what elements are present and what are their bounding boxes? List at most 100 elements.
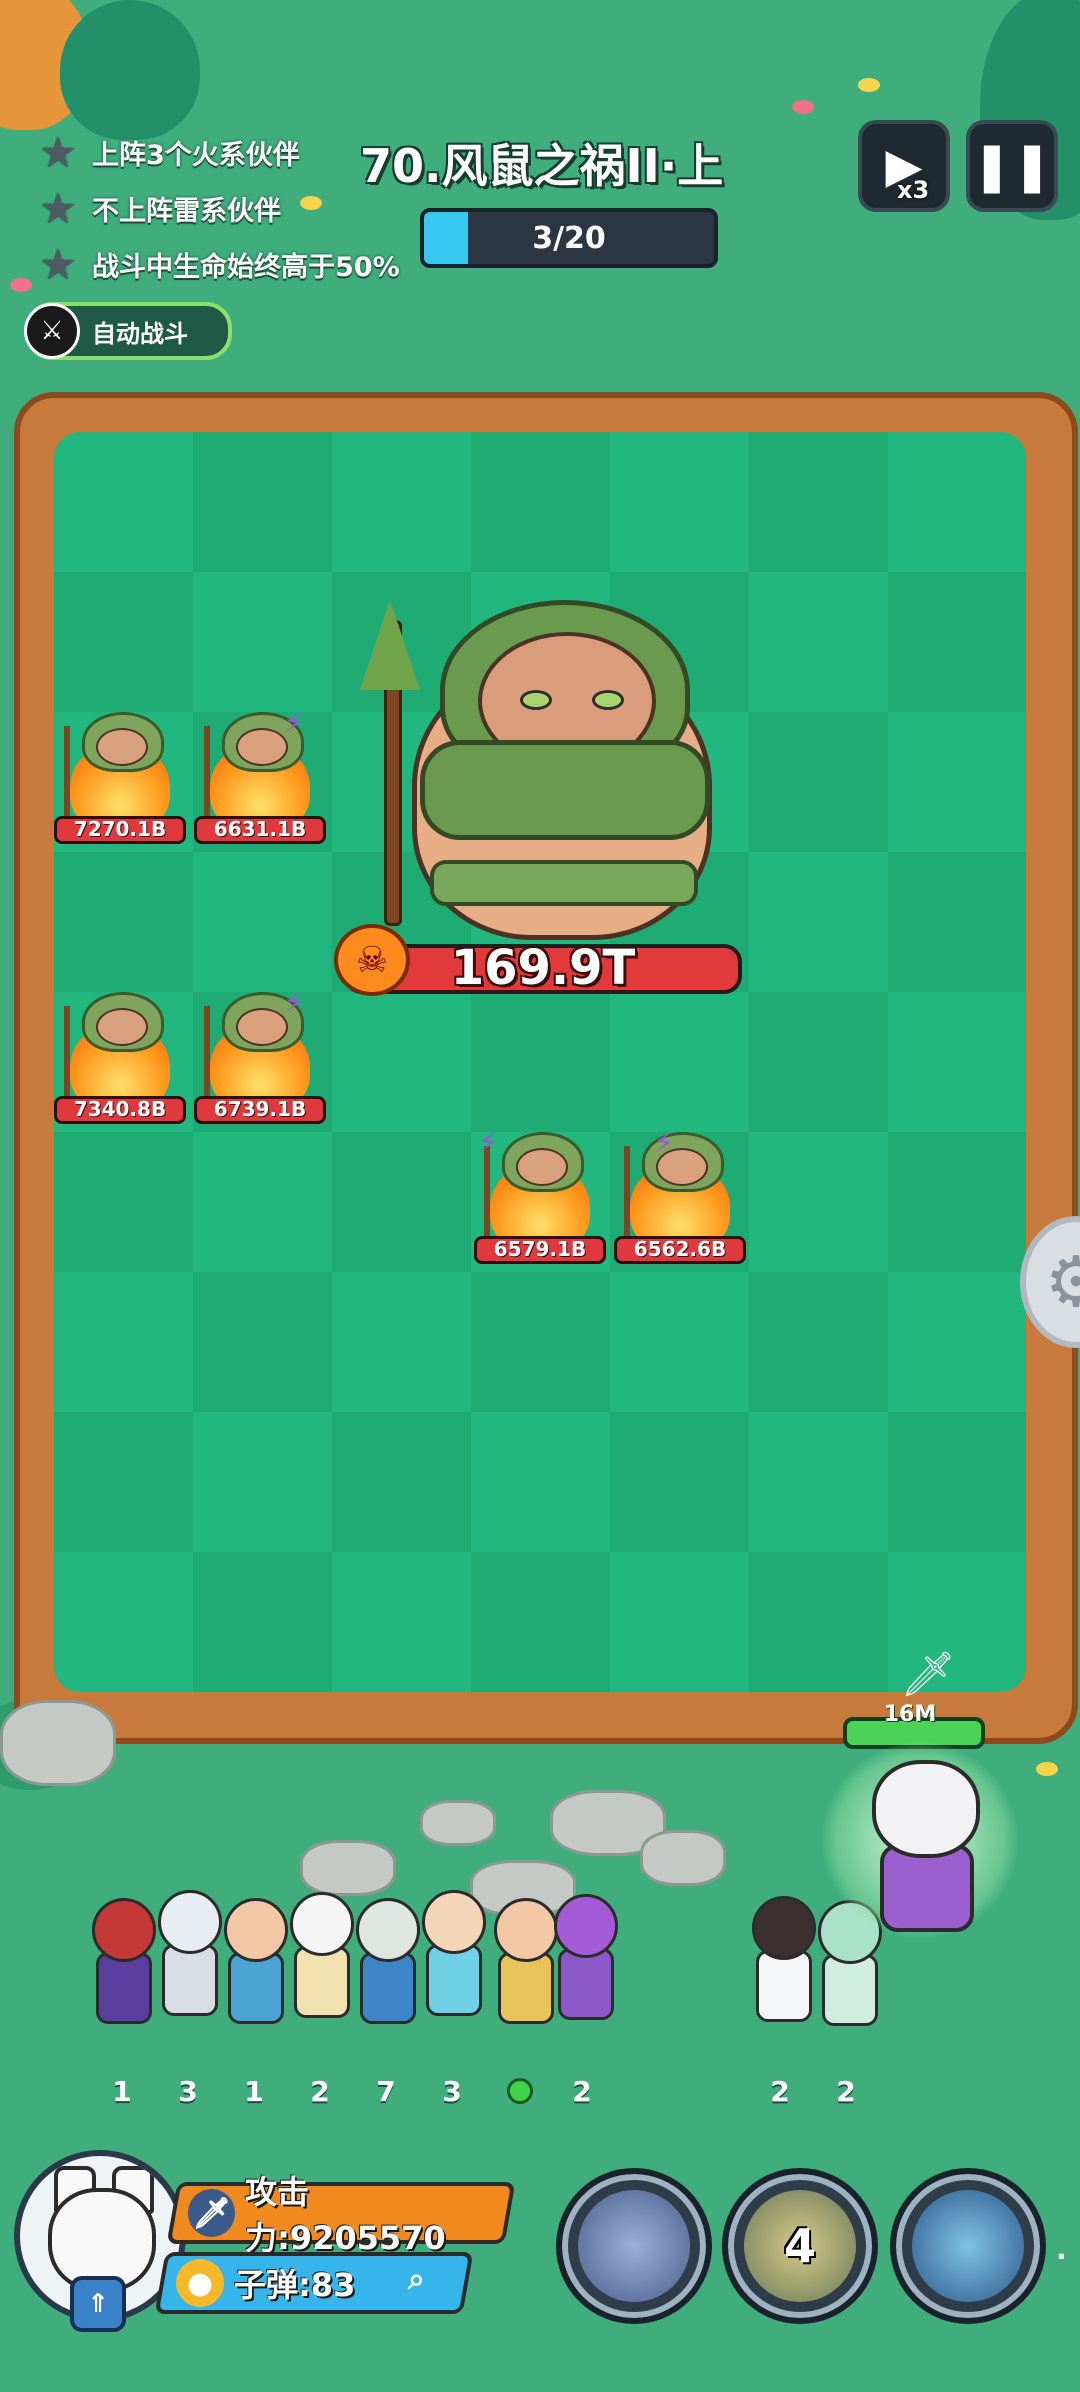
- board-cell: [749, 1552, 888, 1692]
- staff: [64, 726, 70, 826]
- board-cell: [332, 992, 471, 1132]
- board-cell: [193, 1272, 332, 1412]
- main-hero-wolf[interactable]: [820, 1740, 1020, 1940]
- minion-enemy: ⚡ 6579.1B: [474, 1126, 606, 1264]
- hero-head: [422, 1890, 486, 1954]
- hero-unit[interactable]: [418, 1890, 486, 2020]
- hero-head: [92, 1898, 156, 1962]
- upgrade-badge-icon[interactable]: ⇑: [70, 2276, 126, 2332]
- speed-multiplier: x3: [897, 176, 930, 204]
- board-cell: [332, 1412, 471, 1552]
- board-cell: [54, 432, 193, 572]
- board-cell: [54, 572, 193, 712]
- board-cell: [749, 432, 888, 572]
- hero-body: [360, 1952, 416, 2024]
- board-cell: [193, 852, 332, 992]
- hero-level: 3: [178, 2075, 198, 2108]
- hero-unit[interactable]: [286, 1892, 354, 2022]
- hero-body: [96, 1952, 152, 2024]
- hero-head: [224, 1898, 288, 1962]
- board-cell: [888, 1272, 1026, 1412]
- board-cell: [471, 432, 610, 572]
- minion-hp: 7340.8B: [54, 1096, 186, 1124]
- minion-hp: 6579.1B: [474, 1236, 606, 1264]
- hero-unit[interactable]: [748, 1896, 816, 2026]
- minion-hp: 6631.1B: [194, 816, 326, 844]
- pause-button[interactable]: ❚❚: [966, 120, 1058, 212]
- hero-level: 7: [376, 2075, 396, 2108]
- quest-text: 战斗中生命始终高于50%: [92, 251, 400, 283]
- minion-hp: 6562.6B: [614, 1236, 746, 1264]
- hero-head: [752, 1896, 816, 1960]
- board-cell: [193, 1412, 332, 1552]
- hero-body: [426, 1944, 482, 2016]
- hero-unit[interactable]: [550, 1894, 618, 2024]
- board-cell: [888, 992, 1026, 1132]
- hero-head: [554, 1894, 618, 1958]
- hero-level: 1: [112, 2075, 132, 2108]
- dragon-skill-1[interactable]: [556, 2168, 712, 2324]
- pause-icon: ❚❚: [971, 138, 1053, 194]
- board-cell: [332, 1272, 471, 1412]
- flower-decoration: [1036, 1762, 1058, 1776]
- rock-decoration: [300, 1840, 396, 1896]
- bullet-icon: ●: [176, 2259, 224, 2307]
- hero-body: [498, 1952, 554, 2024]
- skill-count: 4: [783, 2219, 816, 2273]
- main-hero-hp-label: 16M: [883, 1702, 937, 1727]
- hero-body: [822, 1954, 878, 2026]
- board-cell: [610, 1272, 749, 1412]
- green-status-dot: [507, 2078, 533, 2104]
- flower-decoration: [300, 196, 322, 210]
- ammo-stat: ● 子弹:83: [154, 2252, 474, 2314]
- board-cell: [749, 1412, 888, 1552]
- sword-icon: ⚔: [24, 303, 80, 359]
- minion-enemy: 7340.8B: [54, 992, 186, 1124]
- minion-enemy: ⚡ 6631.1B: [194, 706, 326, 844]
- lightning-icon: ⚡: [284, 706, 304, 739]
- quest-item: ★ 不上阵雷系伙伴: [36, 183, 281, 233]
- minion-face: [96, 1008, 148, 1046]
- board-cell: [471, 1272, 610, 1412]
- hero-unit[interactable]: [352, 1898, 420, 2028]
- board-cell: [332, 1552, 471, 1692]
- board-cell: [610, 1412, 749, 1552]
- board-cell: [54, 1272, 193, 1412]
- minion-face: [236, 1008, 288, 1046]
- flower-decoration: [792, 100, 814, 114]
- hero-body: [294, 1946, 350, 2018]
- quest-item: ★ 上阵3个火系伙伴: [36, 128, 300, 177]
- board-cell: [749, 852, 888, 992]
- boss-spear-tip: [360, 600, 420, 690]
- dragon-skill-2[interactable]: 4: [722, 2168, 878, 2324]
- hero-unit[interactable]: [490, 1898, 558, 2028]
- magnifier-icon[interactable]: ⌕: [408, 2262, 425, 2297]
- auto-battle-label: 自动战斗: [92, 319, 188, 348]
- auto-battle-button[interactable]: ⚔ 自动战斗: [24, 302, 232, 360]
- star-icon: ★: [39, 183, 77, 233]
- board-cell: [749, 572, 888, 712]
- rock-decoration: [640, 1830, 726, 1886]
- minion-enemy: 7270.1B: [54, 712, 186, 844]
- boss-eye: [592, 690, 624, 710]
- minion-hp: 7270.1B: [54, 816, 186, 844]
- quest-text: 不上阵雷系伙伴: [92, 195, 281, 227]
- hero-unit[interactable]: [88, 1898, 156, 2028]
- board-cell: [332, 432, 471, 572]
- board-cell: [332, 1132, 471, 1272]
- board-cell: [54, 1552, 193, 1692]
- board-cell: [888, 712, 1026, 852]
- hero-unit[interactable]: [220, 1898, 288, 2028]
- hero-head: [494, 1898, 558, 1962]
- hero-head: [158, 1890, 222, 1954]
- hero-body: [228, 1952, 284, 2024]
- hero-body: [558, 1948, 614, 2020]
- minion-face: [96, 728, 148, 766]
- staff: [484, 1146, 490, 1246]
- quest-item: ★ 战斗中生命始终高于50%: [36, 240, 400, 289]
- board-cell: [54, 852, 193, 992]
- hero-unit[interactable]: [154, 1890, 222, 2020]
- board-cell: [610, 1552, 749, 1692]
- dragon-skill-3[interactable]: [890, 2168, 1046, 2324]
- ammo-value: 子弹:83: [234, 2266, 356, 2304]
